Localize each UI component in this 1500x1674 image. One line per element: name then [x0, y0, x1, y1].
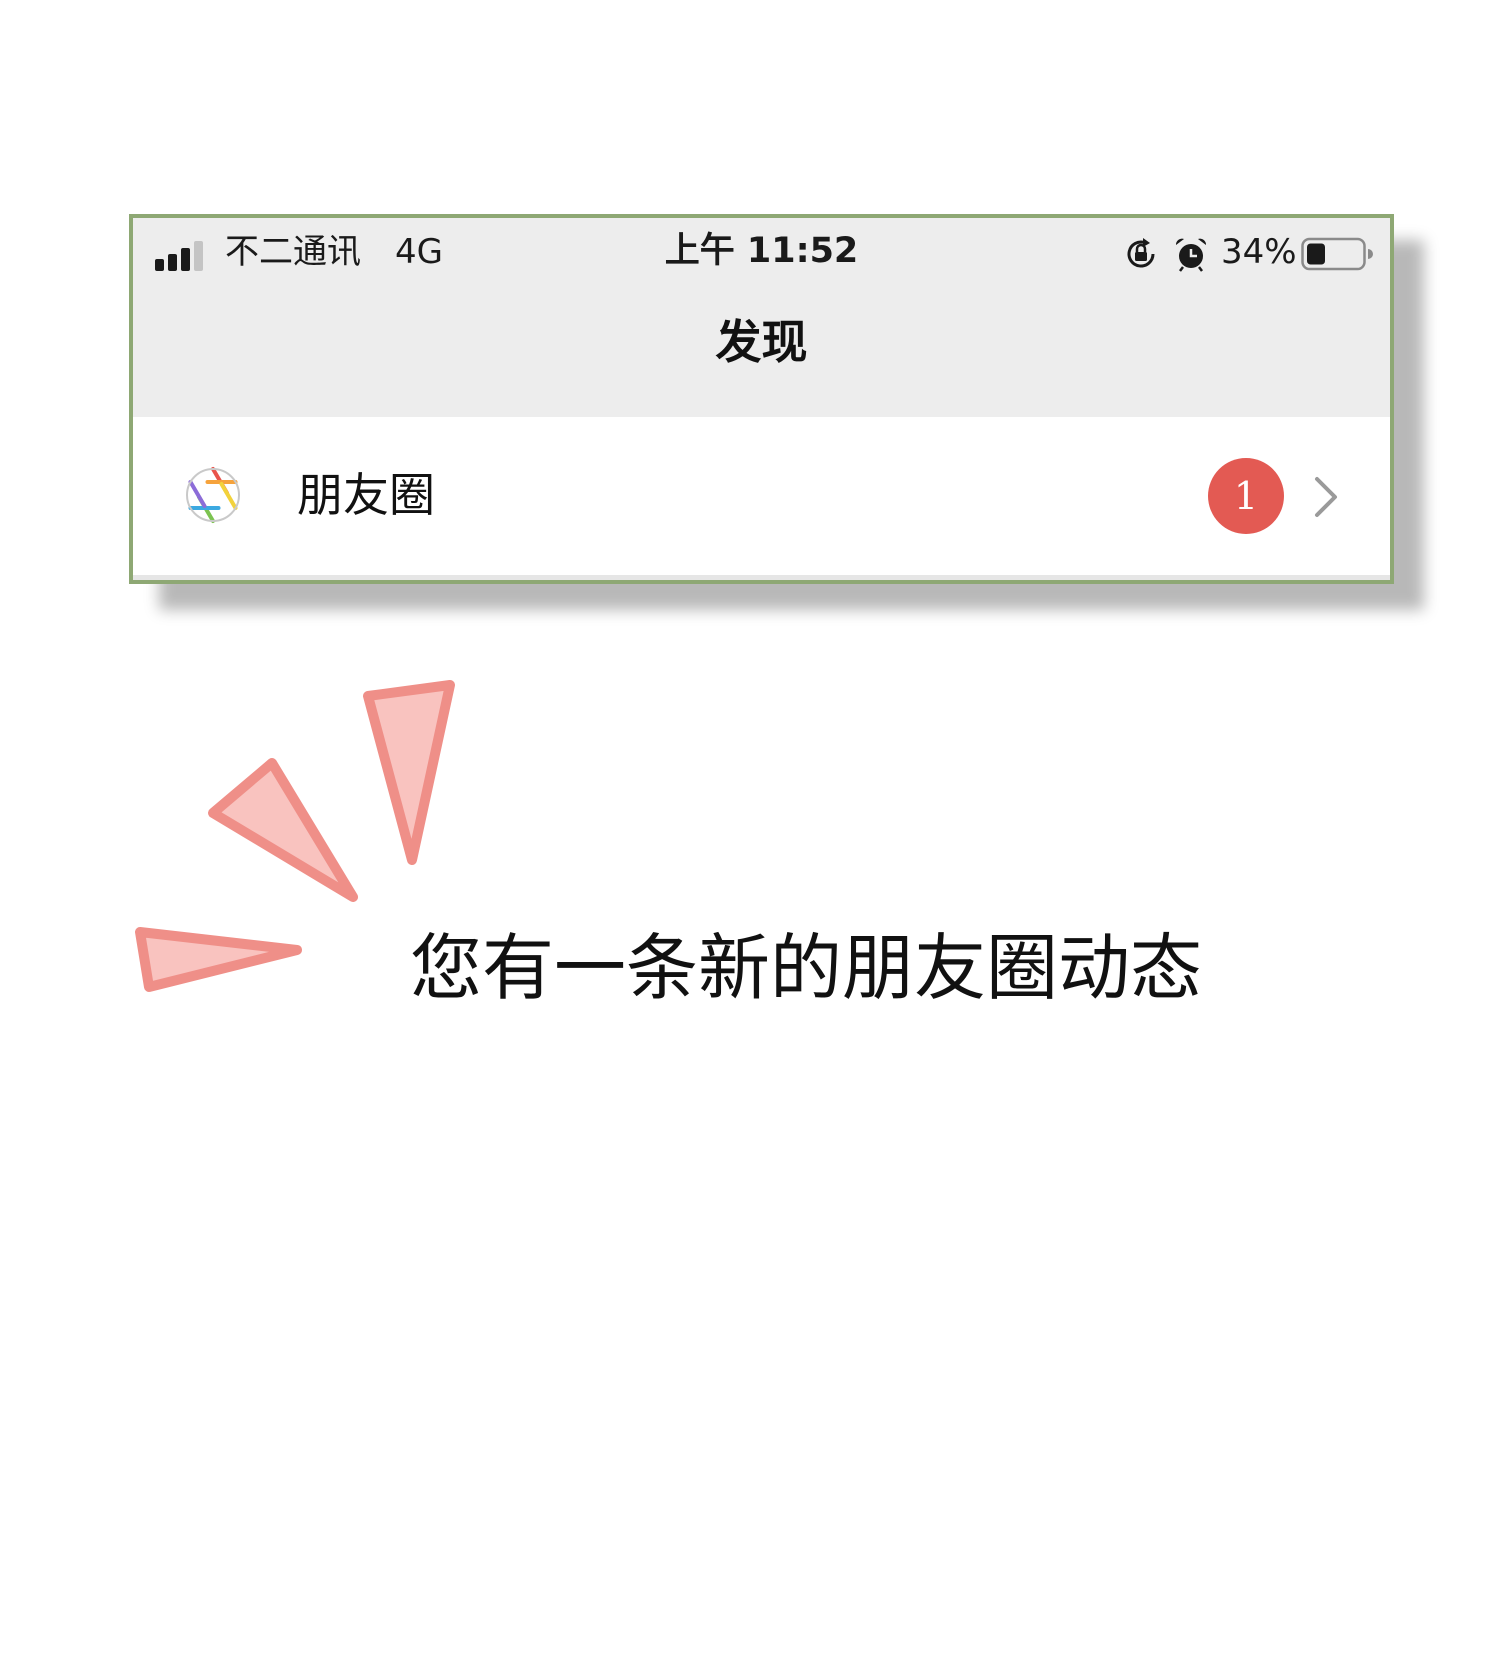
- page: 不二通讯 4G 上午 11:52 34% 发现 朋友圈 1 您有一条新的朋友圈动…: [0, 0, 1500, 1674]
- alarm-icon: [1175, 238, 1207, 272]
- list-item-moments[interactable]: 朋友圈 1: [133, 417, 1390, 575]
- phone-screenshot-card: 不二通讯 4G 上午 11:52 34% 发现 朋友圈 1: [129, 214, 1394, 584]
- chevron-right-icon: [1315, 477, 1337, 517]
- notification-caption: 您有一条新的朋友圈动态: [410, 926, 1203, 1010]
- row-divider: [133, 575, 1390, 580]
- burst-triangle-bottom: [135, 927, 302, 992]
- battery-percentage: 34%: [1221, 232, 1297, 272]
- unread-badge: 1: [1208, 458, 1284, 534]
- moments-icon: [186, 467, 240, 523]
- burst-triangle-middle: [208, 758, 358, 902]
- moments-label: 朋友圈: [297, 468, 435, 522]
- status-bar: 不二通讯 4G 上午 11:52 34%: [133, 218, 1390, 282]
- battery-icon: [1301, 237, 1373, 271]
- page-title: 发现: [715, 315, 808, 369]
- burst-triangle-top: [363, 680, 455, 865]
- rotation-lock-icon: [1127, 238, 1155, 268]
